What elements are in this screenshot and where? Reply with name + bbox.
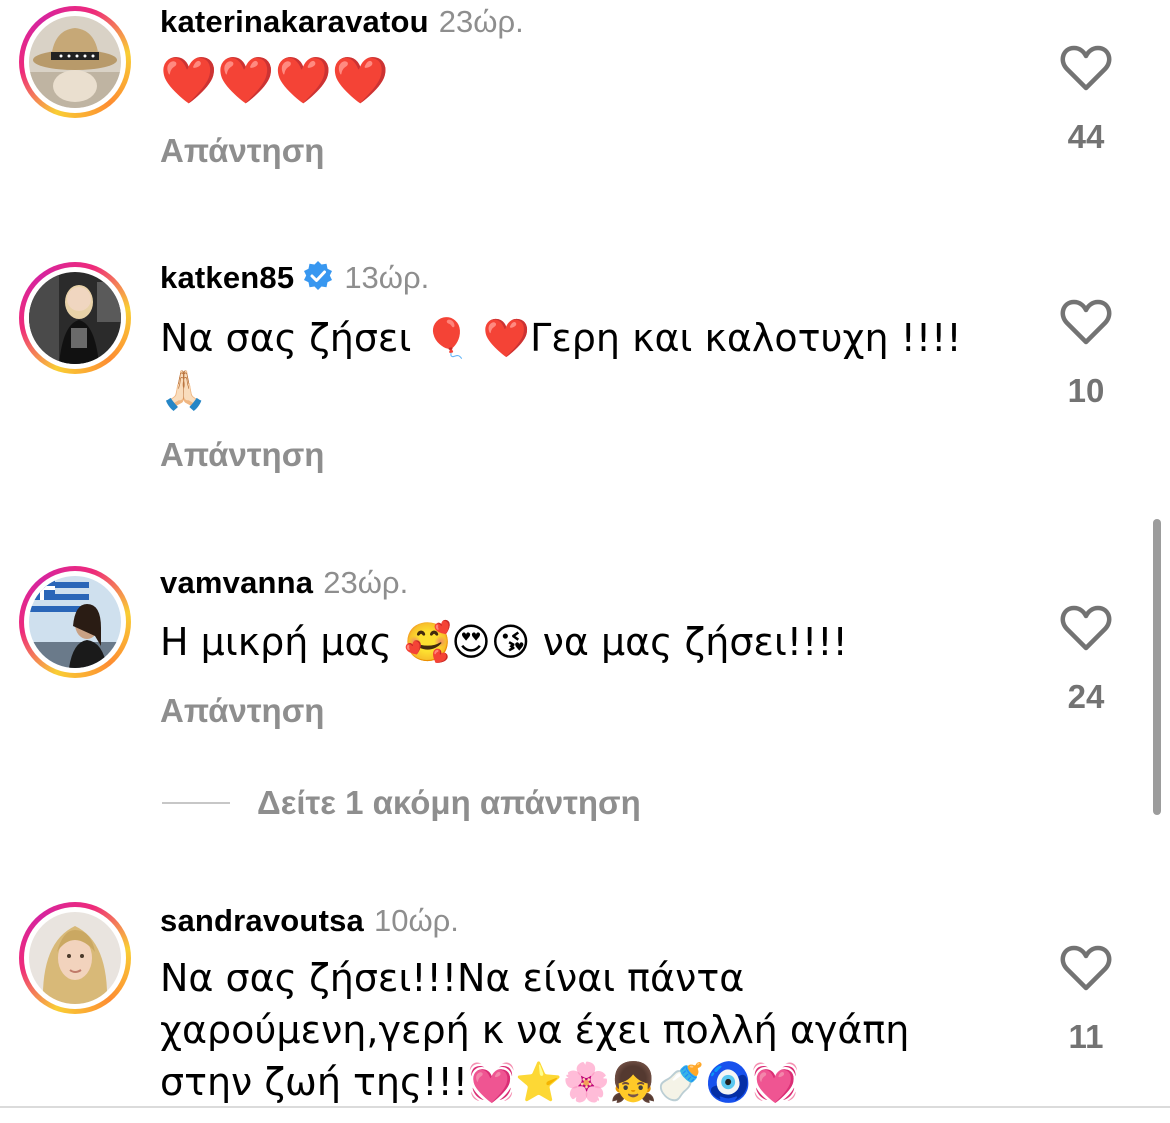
reply-button[interactable]: Απάντηση <box>160 132 324 170</box>
reply-button[interactable]: Απάντηση <box>160 436 324 474</box>
heart-outline-icon[interactable] <box>1060 44 1112 92</box>
comment-text: ❤️❤️❤️❤️ <box>160 53 390 107</box>
comment-timestamp: 10ώρ. <box>373 903 459 938</box>
comment-timestamp: 23ώρ. <box>323 565 409 600</box>
heart-outline-icon[interactable] <box>1060 944 1112 992</box>
avatar-straw-hat-photo <box>29 16 121 108</box>
more-replies-divider <box>162 802 230 804</box>
comment-text: Να σας ζήσει!!!Να είναι πάντα χαρούμενη,… <box>160 956 910 1104</box>
bottom-divider <box>0 1106 1170 1108</box>
avatar[interactable] <box>19 6 131 118</box>
avatar-greek-flag-photo <box>29 576 121 668</box>
comment-text: Να σας ζήσει 🎈 ❤️Γερη και καλοτυχη !!!! … <box>160 316 962 412</box>
comment-timestamp: 13ώρ. <box>344 260 430 295</box>
comment-text: Η μικρή μας 🥰😍😘 να μας ζήσει!!!! <box>160 620 848 664</box>
comment-username[interactable]: sandravoutsa <box>160 903 364 938</box>
avatar[interactable] <box>19 566 131 678</box>
reply-button[interactable]: Απάντηση <box>160 692 324 730</box>
avatar[interactable] <box>19 262 131 374</box>
avatar-blonde-hair-photo <box>29 912 121 1004</box>
comment-username[interactable]: katerinakaravatou <box>160 4 429 39</box>
heart-outline-icon[interactable] <box>1060 298 1112 346</box>
like-count: 44 <box>1067 118 1105 155</box>
heart-outline-icon[interactable] <box>1060 604 1112 652</box>
like-count: 10 <box>1067 372 1105 409</box>
view-more-replies-button[interactable]: Δείτε 1 ακόμη απάντηση <box>257 784 641 822</box>
scrollbar[interactable] <box>1153 519 1161 815</box>
avatar[interactable] <box>19 902 131 1014</box>
comment-username[interactable]: katken85 <box>160 260 294 295</box>
like-count: 24 <box>1067 678 1105 715</box>
like-count: 11 <box>1068 1018 1104 1055</box>
comment-username[interactable]: vamvanna <box>160 565 313 600</box>
avatar-blonde-dark-room-photo <box>29 272 121 364</box>
verified-badge-icon <box>304 261 333 290</box>
comment-timestamp: 23ώρ. <box>438 4 524 39</box>
